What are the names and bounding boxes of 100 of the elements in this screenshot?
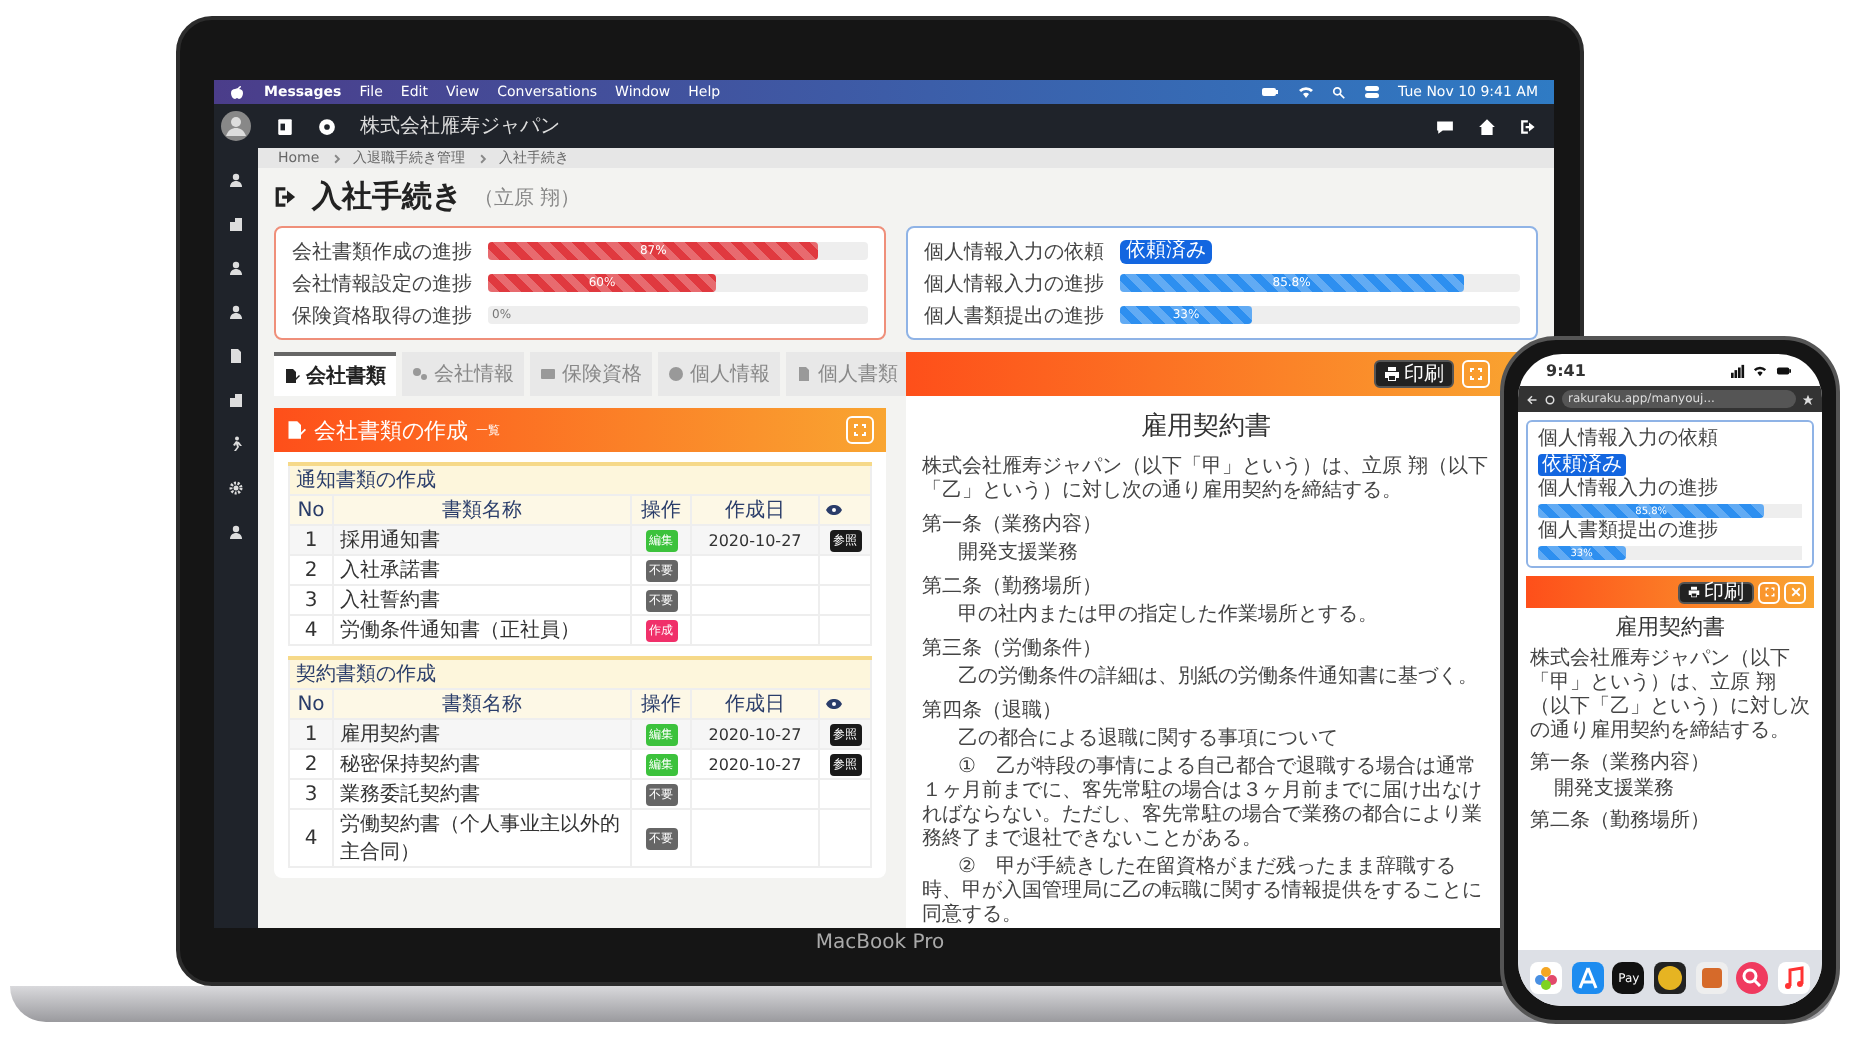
table-cell: 4	[289, 809, 333, 867]
document-icon	[796, 366, 812, 382]
table-cell: 入社誓約書	[333, 585, 631, 615]
star-icon[interactable]	[1802, 393, 1814, 405]
document-paragraph: 第四条（退職）	[922, 700, 1064, 724]
wifi-icon	[1752, 363, 1768, 377]
globe-icon	[668, 366, 684, 382]
progress-label: 保険資格取得の進捗	[292, 303, 474, 329]
document-paragraph: 開発支援業務	[1552, 778, 1676, 802]
person-icon[interactable]	[228, 524, 244, 540]
back-arrow-icon[interactable]	[1526, 393, 1538, 405]
table-cell: 2020-10-27	[691, 749, 819, 779]
sidebar-toggle-icon[interactable]	[276, 117, 294, 135]
table-cell: 2020-10-27	[691, 525, 819, 555]
avatar-icon[interactable]	[220, 110, 252, 142]
column-header: 作成日	[691, 689, 819, 719]
table-cell: 労働条件通知書（正社員）	[333, 615, 631, 645]
tab[interactable]: 個人書類	[786, 352, 908, 396]
company-name: 株式会社雁寿ジャパン	[360, 113, 560, 140]
document-paragraph: 株式会社雁寿ジャパン（以下「甲」という）は、立原 翔（以下「乙」という）に対し次の通り雇用契約を締結する。	[922, 456, 1490, 504]
column-header: No	[289, 495, 333, 525]
eye-icon	[826, 696, 842, 712]
logout-icon[interactable]	[1520, 117, 1538, 135]
table-cell: 3	[289, 585, 333, 615]
apple-logo-icon[interactable]	[230, 84, 246, 100]
tab[interactable]: 会社情報	[402, 352, 524, 396]
home-icon[interactable]	[1478, 117, 1496, 135]
sign-in-icon	[274, 184, 300, 210]
print-button[interactable]: 印刷	[1678, 581, 1754, 603]
chevron-icon	[331, 153, 342, 163]
document-paragraph: ① 乙が特段の事情による自己都合で退職する場合は通常１ヶ月前までに、客先常駐の場合は３ヶ月前までに届け出なければならない。ただし、客先常駐の場合で業務の都合により業務終了まで退社できないことがある。	[922, 756, 1484, 852]
document-title: 雇用契約書	[1139, 410, 1273, 444]
column-header: 書類名称	[333, 689, 631, 719]
table-cell: 2	[289, 555, 333, 585]
table-cell: 雇用契約書	[333, 719, 631, 749]
column-header: 作成日	[691, 495, 819, 525]
building-icon[interactable]	[228, 392, 244, 408]
toggle-icon[interactable]	[1364, 84, 1381, 100]
wifi-icon[interactable]	[1298, 84, 1315, 100]
print-button[interactable]: 印刷	[1374, 360, 1454, 388]
person-icon[interactable]	[228, 304, 244, 320]
document-paragraph: 甲の社内または甲の指定した作業場所とする。	[956, 604, 1380, 628]
tab[interactable]: 保険資格	[530, 352, 652, 396]
person-icon[interactable]	[228, 172, 244, 188]
reload-icon[interactable]	[1544, 393, 1556, 405]
document-title: 雇用契約書	[1613, 612, 1727, 642]
table-cell: 採用通知書	[333, 525, 631, 555]
table-cell: 1	[289, 719, 333, 749]
building-icon[interactable]	[228, 216, 244, 232]
table-cell: 2020-10-27	[691, 719, 819, 749]
tab[interactable]: 会社書類	[274, 352, 396, 396]
progress-label: 個人情報入力の進捗	[1538, 478, 1718, 502]
close-icon	[1789, 586, 1801, 598]
settings-icon[interactable]	[318, 117, 336, 135]
chevron-icon	[477, 153, 488, 163]
letter-a-icon[interactable]	[1571, 962, 1604, 994]
eye-icon	[826, 502, 842, 518]
panel-title: 会社書類の作成	[314, 415, 468, 445]
expand-icon	[1468, 366, 1484, 382]
progress-label: 個人情報入力の依頼	[924, 239, 1106, 265]
expand-icon	[852, 422, 868, 438]
flower-icon[interactable]	[1530, 962, 1563, 994]
expand-icon	[1763, 586, 1775, 598]
walking-person-icon[interactable]	[228, 436, 244, 452]
battery-icon[interactable]	[1260, 84, 1281, 100]
chat-icon[interactable]	[1436, 117, 1454, 135]
progress-label: 個人情報入力の依頼	[1538, 428, 1718, 452]
progress-label: 個人書類提出の進捗	[1538, 520, 1718, 544]
progress-label: 会社情報設定の進捗	[292, 271, 474, 297]
document-paragraph: 株式会社雁寿ジャパン（以下「甲」という）は、立原 翔（以下「乙」という）に対し次の通り雇用契約を締結する。	[1530, 648, 1810, 744]
table-cell: 3	[289, 779, 333, 809]
person-name: （立原 翔）	[474, 185, 581, 211]
document-paragraph: 乙の労働条件の詳細は、別紙の労働条件通知書に基づく。	[956, 666, 1480, 690]
tab[interactable]: 個人情報	[658, 352, 780, 396]
laptop-label: MacBook Pro	[815, 932, 945, 954]
table-cell: 業務委託契約書	[333, 779, 631, 809]
pen-document-icon	[286, 420, 306, 440]
printer-icon	[1688, 586, 1700, 598]
music-note-icon[interactable]	[1777, 962, 1810, 994]
progress-label: 会社書類作成の進捗	[292, 239, 474, 265]
document-icon[interactable]	[228, 348, 244, 364]
printer-icon	[1384, 366, 1400, 382]
progress-label: 個人情報入力の進捗	[924, 271, 1106, 297]
document-paragraph: 第一条（業務内容）	[922, 514, 1104, 538]
document-paragraph: 第二条（勤務場所）	[922, 576, 1104, 600]
person-icon[interactable]	[228, 260, 244, 276]
progress-label: 個人書類提出の進捗	[924, 303, 1106, 329]
column-header: 操作	[631, 495, 691, 525]
table-cell: 労働契約書（个人事业主以外的主合同）	[333, 809, 631, 867]
search-icon[interactable]	[1332, 85, 1347, 99]
search-icon[interactable]	[1736, 962, 1769, 994]
status-badge: 依頼済み	[1538, 454, 1626, 476]
gear-icon[interactable]	[228, 480, 244, 496]
column-header: 書類名称	[333, 495, 631, 525]
document-paragraph: 乙の都合による退職に関する事項について	[956, 728, 1340, 752]
section-title: 契約書類の作成	[289, 658, 871, 689]
table-cell: 1	[289, 525, 333, 555]
status-time: 9:41	[1546, 361, 1586, 379]
status-badge: 依頼済み	[1120, 239, 1212, 263]
document-paragraph: ② 甲が手続きした在留資格がまだ残ったまま辞職する時、甲が入国管理局に乙の転職に関する情報提供をすることに同意する。	[922, 856, 1484, 928]
